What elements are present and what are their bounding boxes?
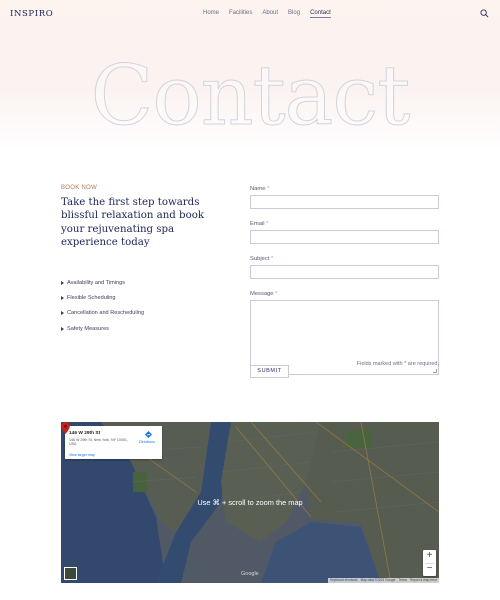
site-logo[interactable]: INSPIRO	[10, 9, 53, 19]
name-label-text: Name	[250, 186, 266, 192]
book-now-eyebrow: BOOK NOW	[61, 185, 98, 191]
required-mark: *	[275, 291, 278, 297]
map-embed[interactable]: 146 W 29th St 146 W 29th St, New York, N…	[61, 422, 439, 583]
map-footer: Keyboard shortcuts Map data ©2023 Google…	[328, 578, 439, 583]
required-mark: *	[270, 256, 274, 262]
nav-item-facilities[interactable]: Facilities	[229, 10, 252, 18]
nav-item-home[interactable]: Home	[203, 10, 219, 18]
intro-heading: Take the first step towards blissful rel…	[61, 197, 205, 249]
main-nav: Home Facilities About Blog Contact	[203, 10, 331, 18]
name-label: Name *	[250, 186, 439, 195]
list-item[interactable]: Flexible Scheduling	[61, 290, 144, 305]
report-error-link[interactable]: Report a map error	[410, 578, 437, 583]
zoom-control: + −	[423, 550, 436, 576]
required-mark: *	[266, 221, 269, 227]
terms-link[interactable]: Terms	[398, 578, 407, 583]
nav-item-blog[interactable]: Blog	[288, 10, 300, 18]
subject-field[interactable]	[250, 265, 439, 279]
search-icon[interactable]	[480, 9, 489, 18]
name-field[interactable]	[250, 195, 439, 209]
feature-label: Safety Measures	[67, 325, 109, 332]
submit-button[interactable]: SUBMIT	[250, 365, 289, 378]
caret-right-icon	[61, 326, 64, 331]
caret-right-icon	[61, 311, 64, 316]
directions-icon[interactable]	[145, 431, 152, 438]
message-label-text: Message	[250, 291, 274, 297]
resize-handle-icon[interactable]	[433, 369, 437, 373]
google-attribution: Google	[241, 571, 259, 577]
email-label: Email *	[250, 221, 439, 230]
zoom-out-button[interactable]: −	[423, 563, 436, 576]
email-field[interactable]	[250, 230, 439, 244]
place-address: 146 W 29th St, New York, NY 10001, USA	[69, 438, 128, 447]
feature-list: Availability and Timings Flexible Schedu…	[61, 275, 144, 336]
nav-item-about[interactable]: About	[262, 10, 278, 18]
map-data-text: Map data ©2023 Google	[360, 578, 396, 582]
directions-link[interactable]: Directions	[139, 440, 155, 444]
message-label: Message *	[250, 291, 439, 300]
list-item[interactable]: Availability and Timings	[61, 275, 144, 290]
caret-right-icon	[61, 280, 64, 285]
contact-form: Name * Email * Subject * Message *	[250, 186, 439, 375]
layer-toggle-button[interactable]	[64, 567, 77, 580]
required-mark: *	[267, 186, 270, 192]
email-label-text: Email	[250, 221, 265, 227]
subject-label-text: Subject	[250, 256, 270, 262]
zoom-divider	[425, 563, 434, 564]
zoom-in-button[interactable]: +	[423, 550, 436, 563]
list-item[interactable]: Safety Measures	[61, 321, 144, 336]
feature-label: Availability and Timings	[67, 279, 126, 286]
caret-right-icon	[61, 295, 64, 300]
map-pin-icon[interactable]	[61, 422, 70, 434]
feature-label: Cancellation and Rescheduling	[67, 310, 145, 317]
subject-label: Subject *	[250, 256, 439, 265]
nav-item-contact[interactable]: Contact	[310, 10, 331, 18]
place-card: 146 W 29th St 146 W 29th St, New York, N…	[65, 426, 162, 459]
page-title: Contact	[90, 49, 411, 144]
keyboard-shortcuts-link[interactable]: Keyboard shortcuts	[330, 578, 357, 583]
larger-map-link[interactable]: View larger map	[69, 453, 95, 457]
feature-label: Flexible Scheduling	[67, 294, 116, 301]
place-title: 146 W 29th St	[69, 431, 101, 436]
list-item[interactable]: Cancellation and Rescheduling	[61, 306, 144, 321]
map-zoom-hint: Use ⌘ + scroll to zoom the map	[197, 498, 303, 507]
